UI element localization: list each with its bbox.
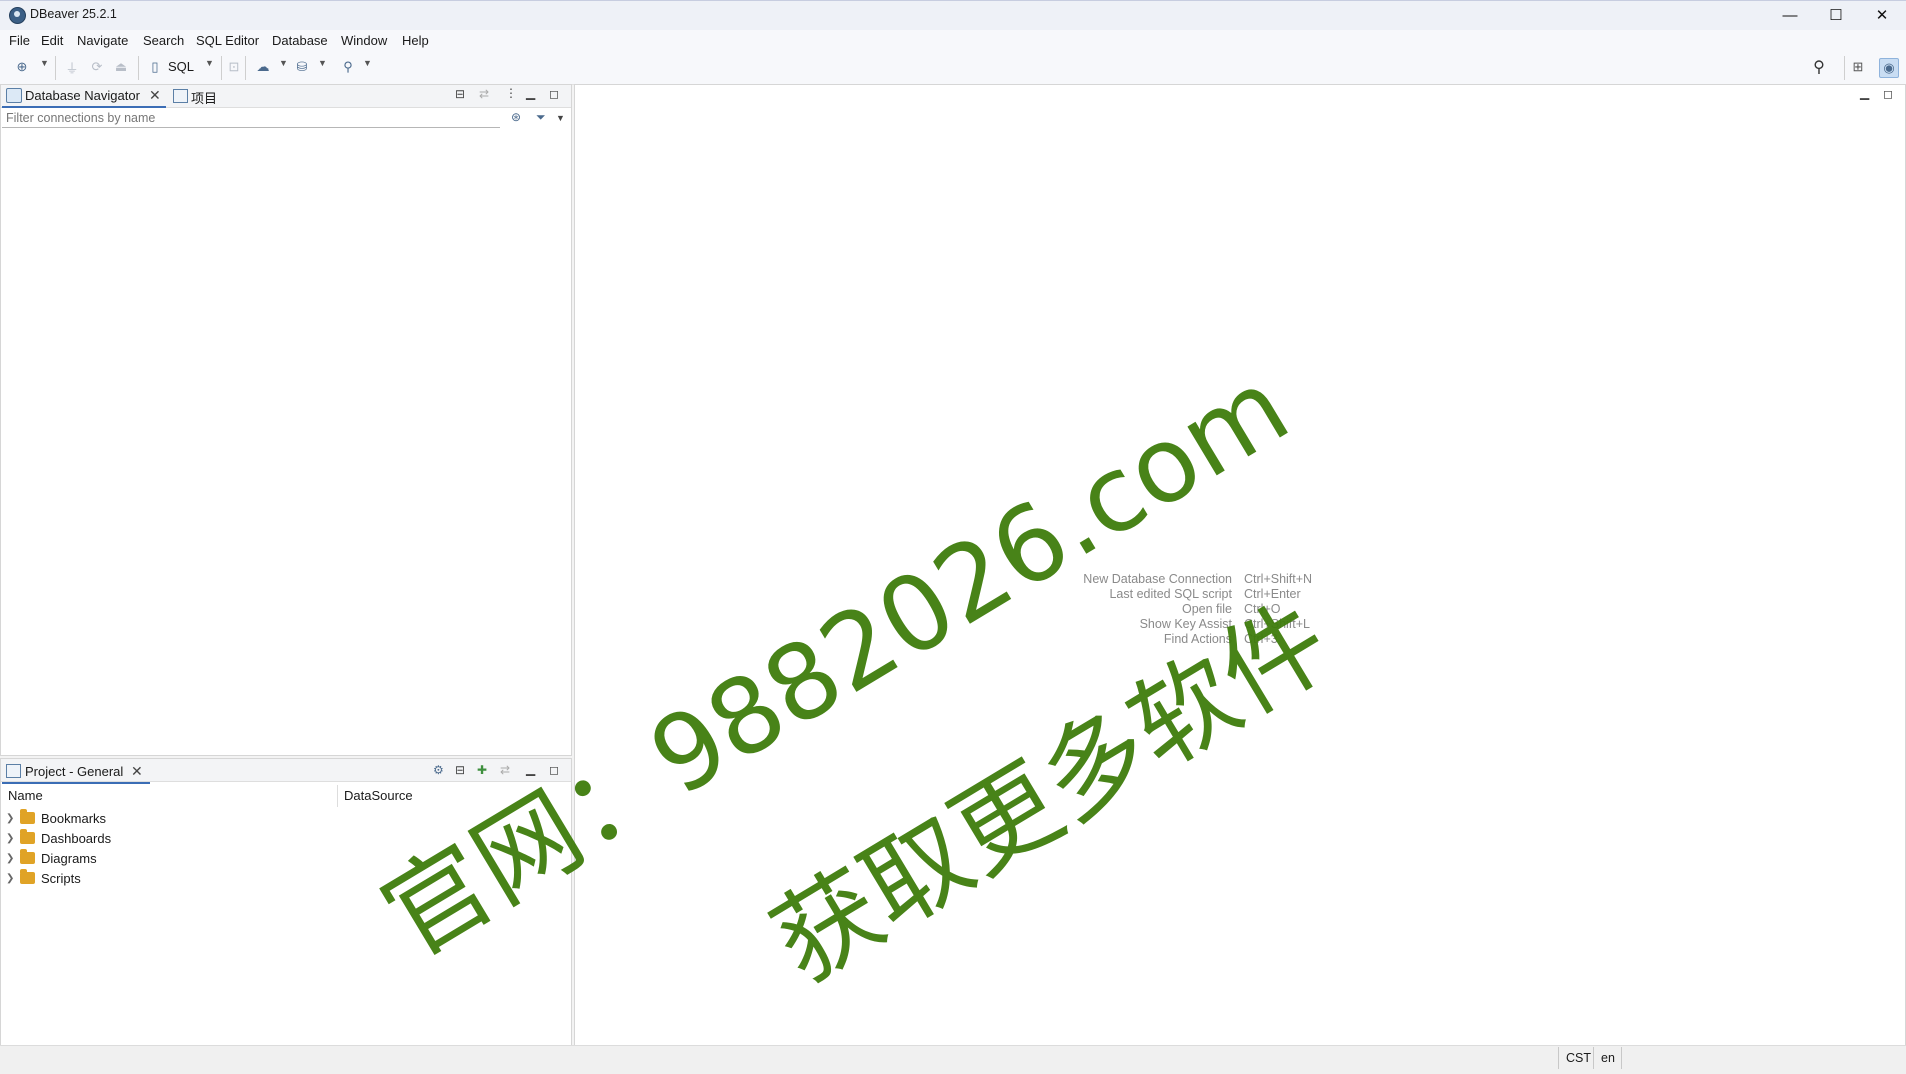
tools-dropdown-icon[interactable]: ▼: [318, 58, 327, 68]
filter-settings-icon[interactable]: ⏷: [536, 110, 546, 125]
expand-chevron-icon[interactable]: ❯: [6, 833, 20, 844]
database-navigator-tab[interactable]: Database Navigator: [25, 88, 140, 103]
project-general-tab[interactable]: Project - General: [25, 764, 123, 779]
new-connection-dropdown-icon[interactable]: ▼: [40, 58, 49, 68]
toolbar-separator: [221, 56, 222, 80]
tree-item-dashboards[interactable]: ❯ Dashboards: [6, 828, 111, 848]
tree-item-label: Bookmarks: [41, 810, 107, 826]
view-menu-icon[interactable]: ⋮: [505, 86, 517, 100]
filter-dropdown-icon[interactable]: ▼: [556, 113, 565, 123]
transaction-mode-icon[interactable]: ⊡: [225, 58, 243, 76]
close-project-tab-icon[interactable]: ✕: [131, 763, 143, 780]
filter-connected-icon[interactable]: ⊛: [511, 110, 521, 124]
sql-dropdown-icon[interactable]: ▼: [205, 58, 214, 68]
tree-item-bookmarks[interactable]: ❯ Bookmarks: [6, 808, 106, 828]
toolbar-separator: [245, 56, 246, 80]
status-separator: [1558, 1047, 1559, 1069]
expand-chevron-icon[interactable]: ❯: [6, 853, 20, 864]
close-navigator-tab-icon[interactable]: ✕: [149, 87, 161, 104]
main-toolbar: [0, 52, 1906, 85]
dbeaver-logo-icon: [9, 7, 26, 24]
search-tool-icon[interactable]: ⚲: [339, 58, 357, 76]
cloud-icon[interactable]: ☁: [254, 58, 272, 76]
toolbar-separator: [55, 56, 56, 80]
minimize-panel-icon[interactable]: ▁: [526, 86, 535, 100]
new-connection-icon[interactable]: ⊕: [13, 58, 31, 76]
maximize-button[interactable]: ☐: [1813, 0, 1859, 30]
bookmarks-folder-icon: [20, 809, 35, 824]
column-header-datasource[interactable]: DataSource: [344, 788, 413, 803]
window-title: DBeaver 25.2.1: [30, 7, 117, 21]
menu-sql-editor[interactable]: SQL Editor: [196, 33, 259, 48]
project-icon: [6, 764, 21, 778]
menu-navigate[interactable]: Navigate: [77, 33, 128, 48]
database-navigator-icon: [6, 88, 22, 103]
diagrams-folder-icon: [20, 849, 35, 864]
tree-item-diagrams[interactable]: ❯ Diagrams: [6, 848, 97, 868]
project-settings-icon[interactable]: ⚙: [433, 763, 444, 777]
menu-window[interactable]: Window: [341, 33, 387, 48]
menu-edit[interactable]: Edit: [41, 33, 63, 48]
open-perspective-icon[interactable]: ⊞: [1849, 58, 1867, 76]
sql-editor-icon[interactable]: ▯: [146, 58, 164, 76]
menu-file[interactable]: File: [9, 33, 30, 48]
maximize-panel-icon[interactable]: ◻: [549, 87, 559, 101]
projects-icon: [173, 89, 188, 103]
expand-chevron-icon[interactable]: ❯: [6, 873, 20, 884]
tree-item-label: Scripts: [41, 870, 81, 886]
status-separator: [1593, 1047, 1594, 1069]
global-search-icon[interactable]: ⚲: [1810, 58, 1828, 76]
reconnect-icon[interactable]: ⟳: [88, 58, 106, 76]
menu-search[interactable]: Search: [143, 33, 184, 48]
dbeaver-perspective-icon[interactable]: ◉: [1879, 58, 1899, 78]
editor-minimize-icon[interactable]: ▁: [1860, 86, 1869, 100]
expand-chevron-icon[interactable]: ❯: [6, 813, 20, 824]
collapse-all-icon[interactable]: ⊟: [455, 87, 465, 101]
column-divider: [337, 785, 338, 807]
sql-button-label[interactable]: SQL: [168, 59, 194, 74]
minimize-button[interactable]: —: [1767, 0, 1813, 30]
connect-icon[interactable]: ⏚: [63, 58, 81, 76]
column-header-name[interactable]: Name: [8, 788, 43, 803]
tree-item-label: Dashboards: [41, 830, 112, 846]
menu-database[interactable]: Database: [272, 33, 328, 48]
tree-item-label: Diagrams: [41, 850, 97, 866]
filter-connections-input[interactable]: [2, 108, 500, 128]
scripts-folder-icon: [20, 869, 35, 884]
menu-help[interactable]: Help: [402, 33, 429, 48]
dashboards-folder-icon: [20, 829, 35, 844]
status-separator: [1621, 1047, 1622, 1069]
timezone-indicator[interactable]: CST: [1566, 1051, 1591, 1065]
database-tools-icon[interactable]: ⛁: [293, 58, 311, 76]
projects-tab[interactable]: 项目: [191, 88, 217, 107]
toolbar-separator: [138, 56, 139, 80]
project-collapse-icon[interactable]: ⊟: [455, 763, 465, 777]
locale-indicator[interactable]: en: [1601, 1051, 1615, 1065]
editor-maximize-icon[interactable]: ◻: [1883, 87, 1893, 101]
toolbar-separator: [1844, 56, 1845, 80]
cloud-dropdown-icon[interactable]: ▼: [279, 58, 288, 68]
close-button[interactable]: ✕: [1859, 0, 1905, 30]
active-tab-indicator: [2, 782, 150, 784]
link-with-editor-icon[interactable]: ⇄: [479, 87, 489, 101]
title-bar: [0, 0, 1906, 31]
database-navigator-panel: [0, 84, 572, 756]
disconnect-icon[interactable]: ⏏: [112, 58, 130, 76]
tree-item-scripts[interactable]: ❯ Scripts: [6, 868, 81, 888]
search-dropdown-icon[interactable]: ▼: [363, 58, 372, 68]
